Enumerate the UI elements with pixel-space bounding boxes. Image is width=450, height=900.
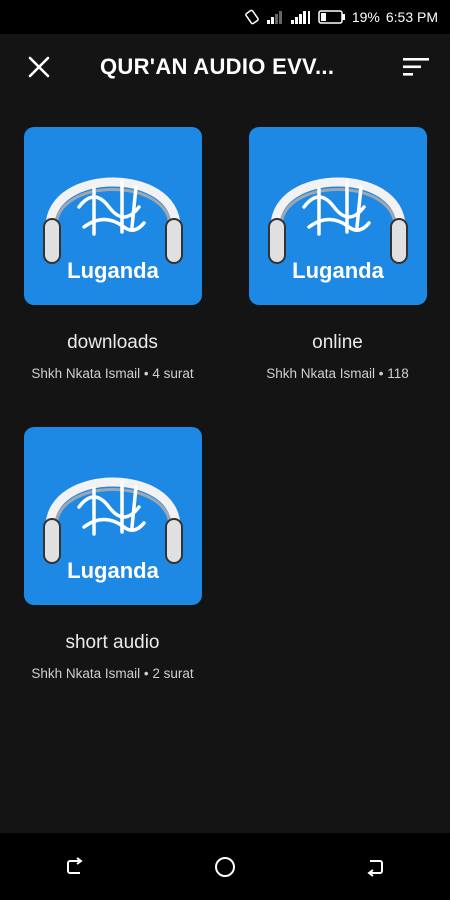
- album-name: short audio: [65, 632, 160, 653]
- recent-apps-icon[interactable]: [45, 847, 105, 887]
- battery-icon: [318, 10, 346, 24]
- album-image-label: Luganda: [67, 558, 159, 583]
- clock: 6:53 PM: [385, 9, 438, 25]
- album-name: downloads: [67, 332, 158, 353]
- system-nav-bar: [0, 833, 450, 900]
- album-thumbnail: Luganda: [24, 427, 202, 605]
- page-title: QUR'AN AUDIO EVV...: [100, 54, 335, 79]
- album-thumbnail: Luganda: [249, 127, 427, 305]
- album-thumbnail: Luganda: [24, 127, 202, 305]
- album-meta: Shkh Nkata Ismail • 4 surat: [31, 366, 194, 381]
- battery-percent: 19%: [351, 9, 380, 25]
- album-meta: Shkh Nkata Ismail • 2 surat: [31, 666, 194, 681]
- album-name: online: [312, 332, 363, 353]
- album-card-online[interactable]: Luganda online Shkh Nkata Ismail • 118: [225, 100, 450, 400]
- status-bar: 19% 6:53 PM: [0, 0, 450, 34]
- signal-icon: [290, 10, 312, 24]
- rotate-icon: [244, 9, 260, 25]
- close-icon[interactable]: [26, 54, 52, 80]
- album-card-downloads[interactable]: Luganda downloads Shkh Nkata Ismail • 4 …: [0, 100, 225, 400]
- album-image-label: Luganda: [292, 258, 384, 283]
- album-image-label: Luganda: [67, 258, 159, 283]
- album-meta: Shkh Nkata Ismail • 118: [266, 366, 409, 381]
- sort-icon[interactable]: [402, 56, 430, 78]
- back-icon[interactable]: [345, 847, 405, 887]
- home-icon[interactable]: [195, 847, 255, 887]
- signal-icon: [266, 10, 284, 24]
- album-card-short-audio[interactable]: Luganda short audio Shkh Nkata Ismail • …: [0, 400, 225, 700]
- app-bar: QUR'AN AUDIO EVV...: [0, 34, 450, 100]
